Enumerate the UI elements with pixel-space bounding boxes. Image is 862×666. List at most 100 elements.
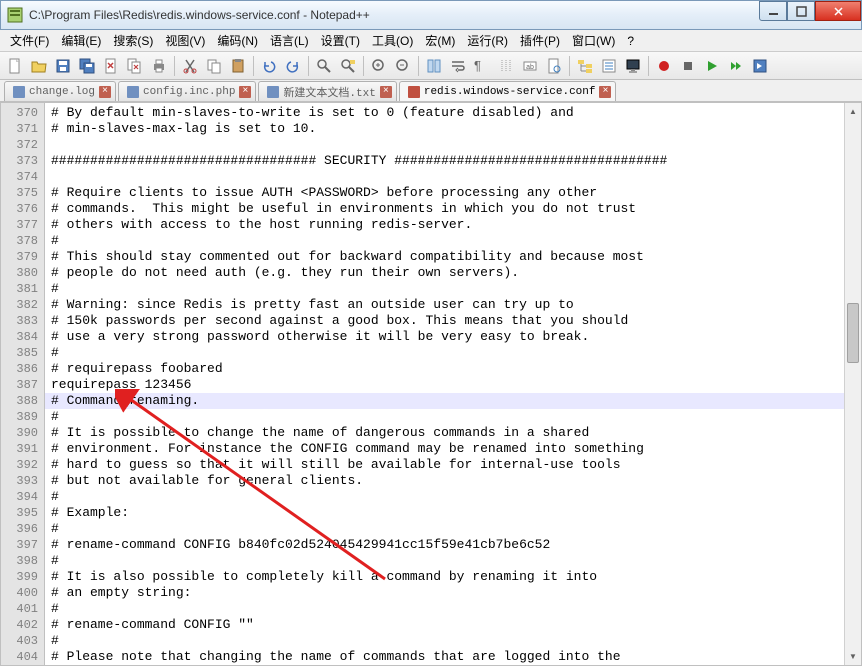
menu-item-2[interactable]: 搜索(S) (107, 30, 159, 51)
code-line: # use a very strong password otherwise i… (45, 329, 844, 345)
monitor-icon[interactable] (622, 55, 644, 77)
close-button[interactable] (815, 1, 861, 21)
code-line: # 150k passwords per second against a go… (45, 313, 844, 329)
tab-close-icon[interactable]: × (599, 86, 611, 98)
macro-play-icon[interactable] (701, 55, 723, 77)
line-number: 372 (1, 137, 44, 153)
tab-bar: change.log×config.inc.php×新建文本文档.txt×red… (0, 80, 862, 102)
code-line: # Require clients to issue AUTH <PASSWOR… (45, 185, 844, 201)
menu-item-9[interactable]: 运行(R) (461, 30, 514, 51)
file-icon (13, 86, 25, 98)
line-number: 397 (1, 537, 44, 553)
line-number: 371 (1, 121, 44, 137)
menu-item-7[interactable]: 工具(O) (366, 30, 419, 51)
line-number: 375 (1, 185, 44, 201)
menu-item-6[interactable]: 设置(T) (315, 30, 366, 51)
line-number: 382 (1, 297, 44, 313)
save-icon[interactable] (52, 55, 74, 77)
line-number: 395 (1, 505, 44, 521)
line-number: 404 (1, 649, 44, 665)
menu-item-0[interactable]: 文件(F) (4, 30, 55, 51)
line-number: 392 (1, 457, 44, 473)
zoom-in-icon[interactable] (368, 55, 390, 77)
redo-icon[interactable] (282, 55, 304, 77)
vertical-scrollbar[interactable]: ▲ ▼ (844, 103, 861, 665)
line-number: 400 (1, 585, 44, 601)
tab-1[interactable]: config.inc.php× (118, 81, 256, 101)
menu-item-10[interactable]: 插件(P) (514, 30, 566, 51)
macro-play-multi-icon[interactable] (725, 55, 747, 77)
app-icon (7, 7, 23, 23)
print-icon[interactable] (148, 55, 170, 77)
line-number: 379 (1, 249, 44, 265)
code-line: # hard to guess so that it will still be… (45, 457, 844, 473)
minimize-button[interactable] (759, 1, 787, 21)
menu-item-8[interactable]: 宏(M) (419, 30, 461, 51)
sync-scroll-icon[interactable] (423, 55, 445, 77)
cut-icon[interactable] (179, 55, 201, 77)
macro-record-icon[interactable] (653, 55, 675, 77)
indent-guide-icon[interactable] (495, 55, 517, 77)
find-icon[interactable] (313, 55, 335, 77)
code-line: # (45, 633, 844, 649)
open-file-icon[interactable] (28, 55, 50, 77)
menu-item-5[interactable]: 语言(L) (264, 30, 315, 51)
line-number: 403 (1, 633, 44, 649)
line-number: 393 (1, 473, 44, 489)
code-line: # (45, 233, 844, 249)
lang-icon[interactable]: ab (519, 55, 541, 77)
menu-item-12[interactable]: ? (621, 32, 640, 50)
code-line: # commands. This might be useful in envi… (45, 201, 844, 217)
line-number: 380 (1, 265, 44, 281)
window-title: C:\Program Files\Redis\redis.windows-ser… (29, 8, 861, 22)
menu-item-4[interactable]: 编码(N) (211, 30, 264, 51)
tab-label: change.log (29, 86, 95, 98)
code-line: # rename-command CONFIG "" (45, 617, 844, 633)
scroll-down-icon[interactable]: ▼ (845, 648, 861, 665)
show-all-chars-icon[interactable]: ¶ (471, 55, 493, 77)
macro-save-icon[interactable] (749, 55, 771, 77)
menu-item-11[interactable]: 窗口(W) (566, 30, 621, 51)
menu-item-3[interactable]: 视图(V) (159, 30, 211, 51)
paste-icon[interactable] (227, 55, 249, 77)
line-number: 388 (1, 393, 44, 409)
doc-map-icon[interactable] (543, 55, 565, 77)
line-number: 391 (1, 441, 44, 457)
tab-close-icon[interactable]: × (99, 86, 111, 98)
close-file-icon[interactable] (100, 55, 122, 77)
scrollbar-thumb[interactable] (847, 303, 859, 363)
line-number: 374 (1, 169, 44, 185)
tab-0[interactable]: change.log × (4, 81, 116, 101)
tab-close-icon[interactable]: × (239, 86, 251, 98)
menubar: 文件(F)编辑(E)搜索(S)视图(V)编码(N)语言(L)设置(T)工具(O)… (0, 30, 862, 52)
save-all-icon[interactable] (76, 55, 98, 77)
code-line: # It is possible to change the name of d… (45, 425, 844, 441)
line-number: 394 (1, 489, 44, 505)
line-number: 387 (1, 377, 44, 393)
undo-icon[interactable] (258, 55, 280, 77)
line-number: 390 (1, 425, 44, 441)
tab-2[interactable]: 新建文本文档.txt× (258, 81, 396, 101)
maximize-button[interactable] (787, 1, 815, 21)
copy-icon[interactable] (203, 55, 225, 77)
code-line: # others with access to the host running… (45, 217, 844, 233)
replace-icon[interactable] (337, 55, 359, 77)
line-number: 385 (1, 345, 44, 361)
macro-stop-icon[interactable] (677, 55, 699, 77)
line-number: 376 (1, 201, 44, 217)
new-file-icon[interactable] (4, 55, 26, 77)
zoom-out-icon[interactable] (392, 55, 414, 77)
tab-3[interactable]: redis.windows-service.conf× (399, 81, 617, 101)
code-area[interactable]: # By default min-slaves-to-write is set … (45, 103, 844, 665)
code-line: # This should stay commented out for bac… (45, 249, 844, 265)
word-wrap-icon[interactable] (447, 55, 469, 77)
editor-area: 3703713723733743753763773783793803813823… (0, 102, 862, 666)
scroll-up-icon[interactable]: ▲ (845, 103, 861, 120)
close-all-icon[interactable] (124, 55, 146, 77)
line-number: 373 (1, 153, 44, 169)
tab-close-icon[interactable]: × (380, 86, 392, 98)
folder-tree-icon[interactable] (574, 55, 596, 77)
function-list-icon[interactable] (598, 55, 620, 77)
code-line: # requirepass foobared (45, 361, 844, 377)
menu-item-1[interactable]: 编辑(E) (55, 30, 107, 51)
